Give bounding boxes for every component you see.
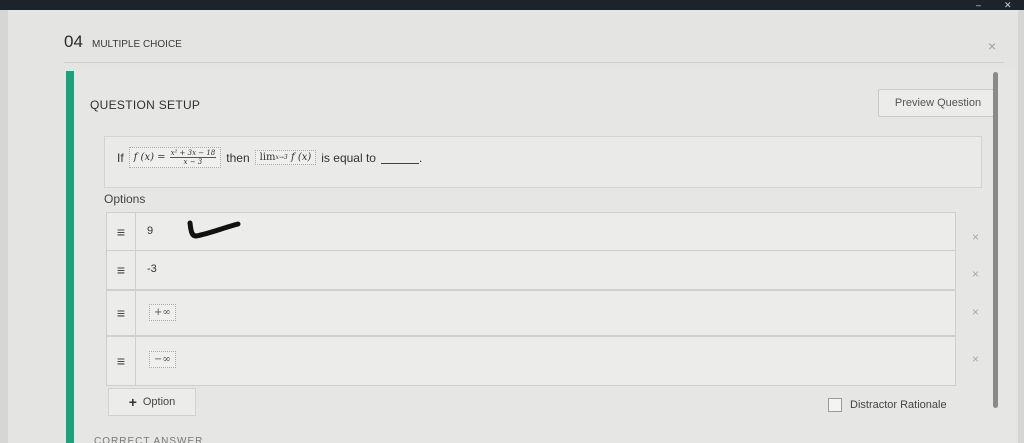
delete-option-icon[interactable]: × xyxy=(972,267,979,281)
preview-question-button[interactable]: Preview Question xyxy=(878,89,998,117)
drag-handle-icon[interactable]: ≡ xyxy=(107,251,136,289)
question-stem-editor[interactable]: If f (x) = x² + 3x − 18 x − 3 then lim x→… xyxy=(104,136,982,188)
handwritten-checkmark xyxy=(187,220,241,239)
options-label: Options xyxy=(104,192,146,206)
distractor-rationale-label: Distractor Rationale xyxy=(850,399,947,411)
distractor-rationale-checkbox[interactable] xyxy=(828,398,842,412)
close-question-icon[interactable]: × xyxy=(988,38,996,54)
plus-icon: + xyxy=(128,394,137,410)
fraction-numerator: x² + 3x − 18 xyxy=(169,149,217,158)
option-row: ≡ -3 xyxy=(106,250,956,290)
next-section-title: CORRECT ANSWER SETUP xyxy=(94,436,204,443)
option-value[interactable]: 9 xyxy=(147,225,153,237)
add-option-label: Option xyxy=(142,396,176,408)
active-panel-accent xyxy=(66,71,74,443)
question-setup-title: QUESTION SETUP xyxy=(90,98,201,112)
window-title-bar xyxy=(0,0,1024,10)
drag-handle-icon[interactable]: ≡ xyxy=(107,291,136,335)
option-row: ≡ +∞ xyxy=(106,290,956,336)
stem-then: then xyxy=(226,150,250,165)
option-value[interactable]: -3 xyxy=(147,263,157,275)
header-divider xyxy=(64,62,1004,63)
limit-expression[interactable]: lim x→3 f (x) xyxy=(254,150,317,165)
add-option-button[interactable]: + Option xyxy=(108,388,196,416)
option-value[interactable]: +∞ xyxy=(149,304,176,321)
window-minimize-button[interactable]: – xyxy=(976,0,981,10)
option-row: ≡ −∞ xyxy=(106,336,956,386)
delete-option-icon[interactable]: × xyxy=(972,352,979,366)
stem-prefix: If xyxy=(117,150,124,165)
function-fraction: x² + 3x − 18 x − 3 xyxy=(169,149,217,166)
limit-function: f (x) xyxy=(290,152,312,163)
answer-blank xyxy=(380,152,419,164)
limit-subscript: x→3 xyxy=(275,154,288,161)
delete-option-icon[interactable]: × xyxy=(972,230,979,244)
drag-handle-icon[interactable]: ≡ xyxy=(107,213,136,251)
question-type-label: MULTIPLE CHOICE xyxy=(92,39,182,50)
stem-suffix: is equal to xyxy=(321,150,376,165)
distractor-rationale-toggle[interactable]: Distractor Rationale xyxy=(828,398,947,412)
function-lhs: f (x) = xyxy=(133,152,166,163)
scrollbar[interactable] xyxy=(993,72,998,408)
function-equation[interactable]: f (x) = x² + 3x − 18 x − 3 xyxy=(128,147,222,168)
question-stem: If f (x) = x² + 3x − 18 x − 3 then lim x→… xyxy=(117,147,422,168)
window-close-button[interactable]: ✕ xyxy=(1004,0,1012,10)
drag-handle-icon[interactable]: ≡ xyxy=(107,337,136,385)
limit-operator: lim xyxy=(259,152,276,163)
fraction-denominator: x − 3 xyxy=(183,158,203,166)
question-number: 04 xyxy=(64,32,83,51)
option-value[interactable]: −∞ xyxy=(149,351,176,368)
stem-end: . xyxy=(418,150,423,165)
delete-option-icon[interactable]: × xyxy=(972,305,979,319)
